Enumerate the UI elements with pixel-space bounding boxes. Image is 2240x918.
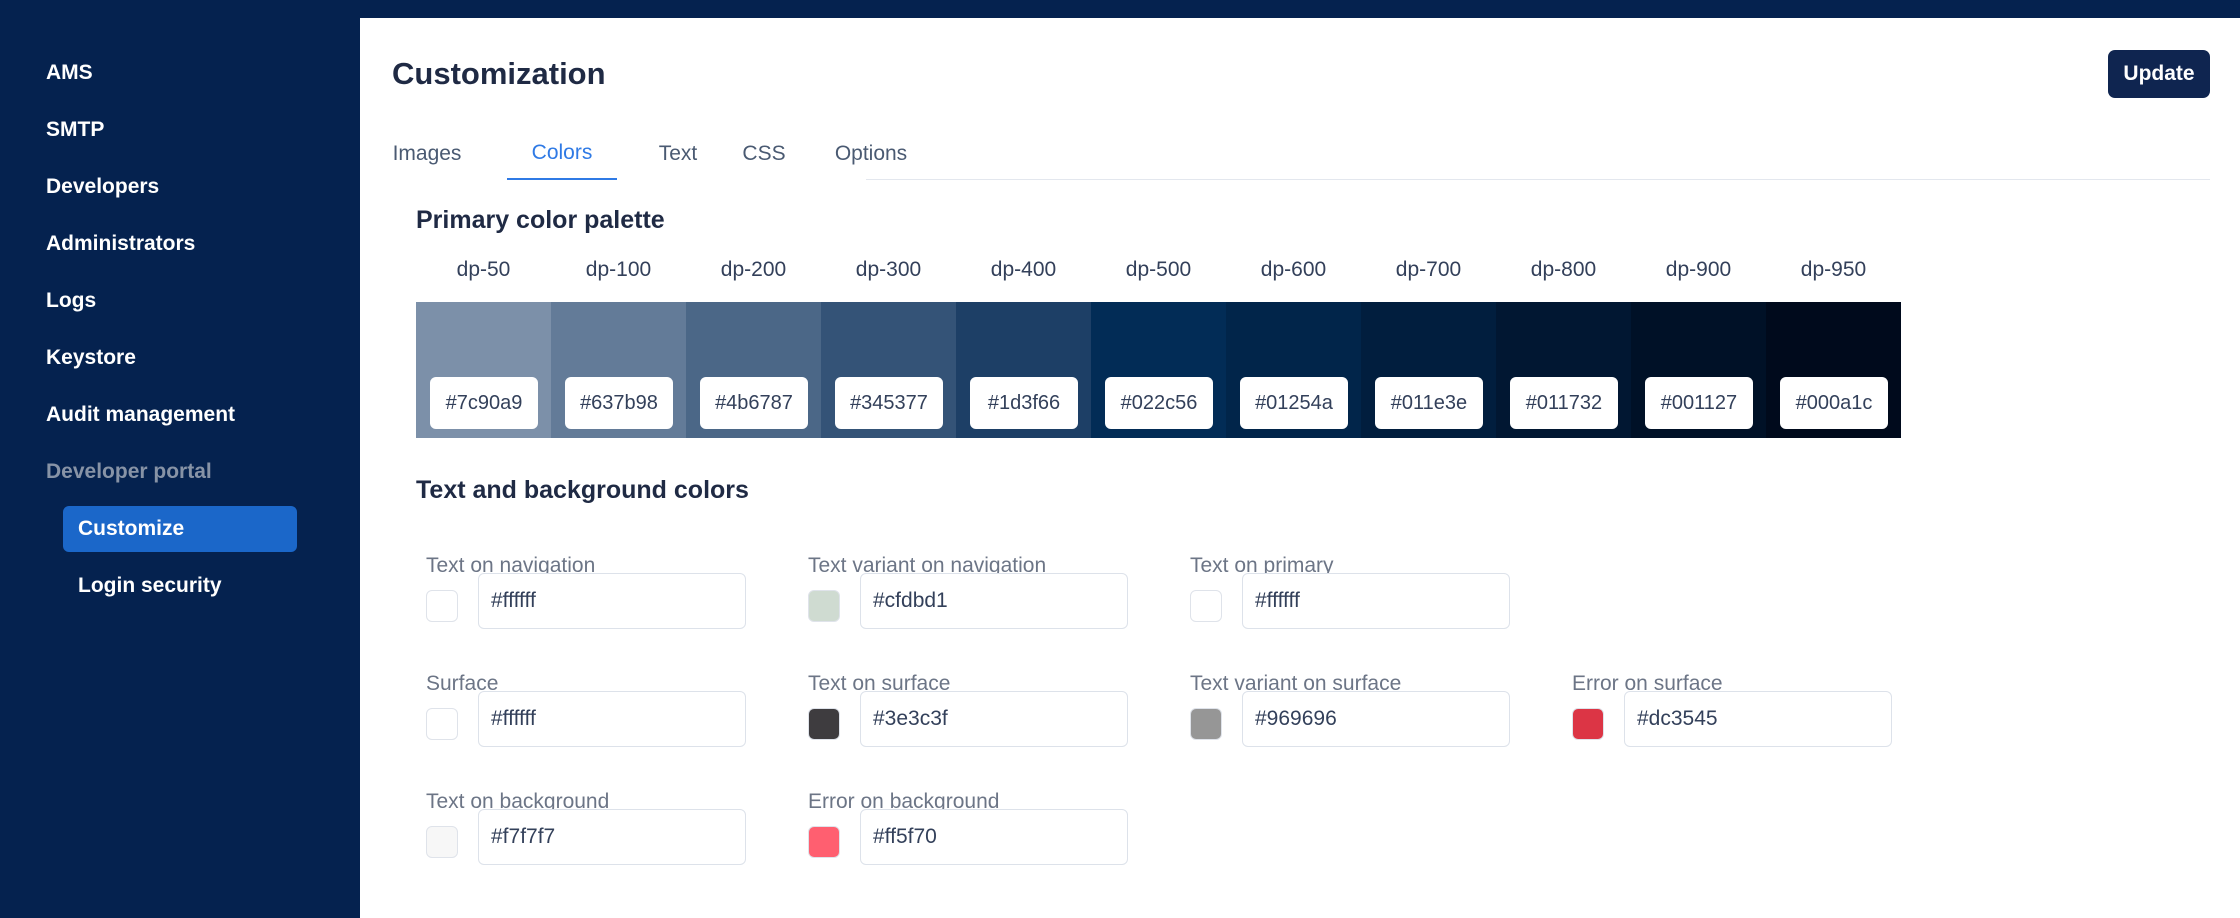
color-swatch[interactable] bbox=[1572, 708, 1604, 740]
sidebar-item-smtp[interactable]: SMTP bbox=[46, 110, 104, 150]
palette-label-dp-50: dp-50 bbox=[456, 258, 511, 281]
palette-hex-chip: #000a1c bbox=[1780, 377, 1888, 429]
tab-bar-divider bbox=[866, 179, 2210, 180]
tab-css[interactable]: CSS bbox=[742, 128, 786, 180]
sidebar: AMS SMTP Developers Administrators Logs … bbox=[0, 0, 360, 918]
palette-hex-chip: #1d3f66 bbox=[970, 377, 1078, 429]
palette-label-dp-500: dp-500 bbox=[1125, 258, 1192, 281]
color-input[interactable] bbox=[860, 691, 1128, 747]
color-swatch[interactable] bbox=[426, 708, 458, 740]
color-input[interactable] bbox=[1242, 573, 1510, 629]
palette-swatch[interactable]: #011e3e bbox=[1361, 302, 1496, 438]
tab-images[interactable]: Images bbox=[392, 128, 462, 180]
palette-swatch[interactable]: #01254a bbox=[1226, 302, 1361, 438]
color-swatch[interactable] bbox=[1190, 590, 1222, 622]
color-input[interactable] bbox=[860, 809, 1128, 865]
palette-hex-chip: #022c56 bbox=[1105, 377, 1213, 429]
tab-bar: Images Colors Text CSS Options bbox=[392, 128, 2210, 180]
palette-swatch[interactable]: #022c56 bbox=[1091, 302, 1226, 438]
sidebar-item-developers[interactable]: Developers bbox=[46, 167, 159, 207]
sidebar-item-ams[interactable]: AMS bbox=[46, 53, 93, 93]
palette-label-dp-800: dp-800 bbox=[1530, 258, 1597, 281]
color-swatch[interactable] bbox=[426, 590, 458, 622]
color-input[interactable] bbox=[1242, 691, 1510, 747]
palette-hex-chip: #4b6787 bbox=[700, 377, 808, 429]
palette-label-dp-600: dp-600 bbox=[1260, 258, 1327, 281]
color-input[interactable] bbox=[478, 809, 746, 865]
palette-swatch[interactable]: #1d3f66 bbox=[956, 302, 1091, 438]
palette-title: Primary color palette bbox=[416, 206, 665, 234]
color-swatch[interactable] bbox=[1190, 708, 1222, 740]
page-title: Customization bbox=[392, 56, 606, 91]
palette-hex-chip: #011732 bbox=[1510, 377, 1618, 429]
palette-swatch[interactable]: #4b6787 bbox=[686, 302, 821, 438]
palette-hex-chip: #7c90a9 bbox=[430, 377, 538, 429]
sidebar-item-login-security[interactable]: Login security bbox=[63, 563, 297, 609]
palette-label-dp-700: dp-700 bbox=[1395, 258, 1462, 281]
palette-label-dp-950: dp-950 bbox=[1800, 258, 1867, 281]
palette-hex-chip: #637b98 bbox=[565, 377, 673, 429]
color-input[interactable] bbox=[478, 573, 746, 629]
palette-label-dp-200: dp-200 bbox=[720, 258, 787, 281]
color-swatch[interactable] bbox=[426, 826, 458, 858]
palette-hex-chip: #011e3e bbox=[1375, 377, 1483, 429]
update-button[interactable]: Update bbox=[2108, 50, 2210, 98]
palette-swatch[interactable]: #001127 bbox=[1631, 302, 1766, 438]
color-input[interactable] bbox=[478, 691, 746, 747]
sidebar-item-logs[interactable]: Logs bbox=[46, 281, 96, 321]
palette-swatch[interactable]: #345377 bbox=[821, 302, 956, 438]
palette-hex-chip: #01254a bbox=[1240, 377, 1348, 429]
palette-hex-chip: #345377 bbox=[835, 377, 943, 429]
sidebar-section-developer-portal: Developer portal bbox=[46, 460, 212, 483]
text-bg-title: Text and background colors bbox=[416, 476, 749, 504]
sidebar-item-audit-management[interactable]: Audit management bbox=[46, 395, 235, 435]
palette-swatch[interactable]: #7c90a9 bbox=[416, 302, 551, 438]
palette-label-dp-400: dp-400 bbox=[990, 258, 1057, 281]
main-panel: Customization Update Images Colors Text … bbox=[360, 18, 2240, 918]
sidebar-item-keystore[interactable]: Keystore bbox=[46, 338, 136, 378]
color-swatch[interactable] bbox=[808, 590, 840, 622]
palette-swatch[interactable]: #000a1c bbox=[1766, 302, 1901, 438]
color-swatch[interactable] bbox=[808, 826, 840, 858]
tab-text[interactable]: Text bbox=[656, 128, 700, 180]
palette-hex-chip: #001127 bbox=[1645, 377, 1753, 429]
palette-label-dp-100: dp-100 bbox=[585, 258, 652, 281]
color-input[interactable] bbox=[1624, 691, 1892, 747]
color-swatch[interactable] bbox=[808, 708, 840, 740]
tab-colors[interactable]: Colors bbox=[507, 128, 617, 180]
tab-options[interactable]: Options bbox=[832, 128, 910, 180]
palette-swatch[interactable]: #011732 bbox=[1496, 302, 1631, 438]
palette-swatch[interactable]: #637b98 bbox=[551, 302, 686, 438]
color-input[interactable] bbox=[860, 573, 1128, 629]
palette-label-dp-900: dp-900 bbox=[1665, 258, 1732, 281]
sidebar-item-customize[interactable]: Customize bbox=[63, 506, 297, 552]
sidebar-item-administrators[interactable]: Administrators bbox=[46, 224, 195, 264]
palette-label-dp-300: dp-300 bbox=[855, 258, 922, 281]
